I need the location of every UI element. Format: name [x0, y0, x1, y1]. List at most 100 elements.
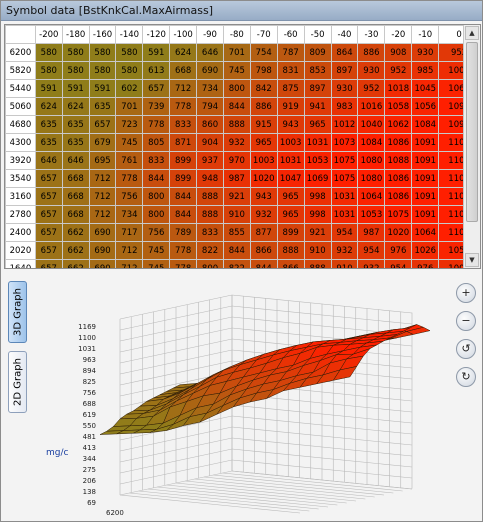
table-cell[interactable]: 1069 [303, 169, 332, 188]
table-cell[interactable]: 875 [276, 79, 305, 98]
table-cell[interactable]: 800 [196, 259, 224, 268]
table-cell[interactable]: 745 [142, 259, 171, 268]
table-cell[interactable]: 580 [88, 61, 117, 80]
table-cell[interactable]: 1086 [384, 187, 413, 206]
table-cell[interactable]: 899 [169, 151, 198, 170]
table-cell[interactable]: 580 [115, 43, 144, 62]
table-cell[interactable]: 1018 [384, 79, 413, 98]
row-header[interactable]: 5060 [5, 97, 36, 116]
table-cell[interactable]: 1045 [411, 79, 440, 98]
row-header[interactable]: 4300 [5, 133, 36, 152]
table-cell[interactable]: 932 [357, 259, 386, 268]
table-cell[interactable]: 833 [196, 223, 224, 242]
table-cell[interactable]: 657 [88, 115, 117, 134]
table-cell[interactable]: 855 [222, 223, 251, 242]
column-header[interactable]: -140 [115, 25, 144, 44]
row-header[interactable]: 5820 [5, 61, 36, 80]
table-cell[interactable]: 965 [303, 115, 332, 134]
table-cell[interactable]: 1062 [384, 115, 413, 134]
rotate-left-icon[interactable]: ↺ [456, 339, 476, 359]
table-cell[interactable]: 1091 [411, 151, 440, 170]
table-cell[interactable]: 897 [330, 61, 359, 80]
table-cell[interactable]: 712 [88, 187, 117, 206]
table-cell[interactable]: 954 [330, 223, 359, 242]
table-cell[interactable]: 930 [411, 43, 440, 62]
table-cell[interactable]: 937 [196, 151, 224, 170]
row-header[interactable]: 3540 [5, 169, 36, 188]
table-cell[interactable]: 943 [276, 115, 305, 134]
table-cell[interactable]: 842 [249, 79, 278, 98]
table-cell[interactable]: 833 [142, 151, 171, 170]
table-cell[interactable]: 657 [34, 169, 63, 188]
table-cell[interactable]: 932 [249, 205, 278, 224]
column-header[interactable]: -80 [222, 25, 251, 44]
table-cell[interactable]: 712 [88, 169, 117, 188]
table-cell[interactable]: 580 [61, 43, 90, 62]
table-cell[interactable]: 983 [330, 97, 359, 116]
row-header[interactable]: 2400 [5, 223, 36, 242]
table-cell[interactable]: 712 [115, 241, 144, 260]
table-cell[interactable]: 580 [88, 43, 117, 62]
table-cell[interactable]: 695 [88, 151, 117, 170]
table-cell[interactable]: 739 [142, 97, 171, 116]
table-cell[interactable]: 1075 [330, 169, 359, 188]
row-header[interactable]: 3920 [5, 151, 36, 170]
table-cell[interactable]: 1031 [276, 151, 305, 170]
table-cell[interactable]: 1031 [303, 133, 332, 152]
table-cell[interactable]: 657 [34, 187, 63, 206]
table-cell[interactable]: 646 [196, 43, 224, 62]
table-cell[interactable]: 662 [61, 259, 90, 268]
table-cell[interactable]: 1003 [276, 133, 305, 152]
table-cell[interactable]: 941 [303, 97, 332, 116]
table-cell[interactable]: 624 [61, 97, 90, 116]
table-cell[interactable]: 943 [249, 187, 278, 206]
table-cell[interactable]: 723 [115, 115, 144, 134]
table-cell[interactable]: 932 [222, 133, 251, 152]
column-header[interactable]: -40 [330, 25, 359, 44]
table-cell[interactable]: 844 [169, 187, 198, 206]
column-header[interactable]: -20 [384, 25, 413, 44]
surface-graph[interactable]: 1169 1100 1031 963 894 825 756 688 619 550 481 413 3… [32, 271, 450, 519]
column-header[interactable]: -60 [276, 25, 305, 44]
table-cell[interactable]: 761 [115, 151, 144, 170]
table-cell[interactable]: 805 [142, 133, 171, 152]
table-cell[interactable]: 1003 [249, 151, 278, 170]
column-header[interactable]: -160 [88, 25, 117, 44]
table-cell[interactable]: 1056 [411, 97, 440, 116]
table-cell[interactable]: 948 [196, 169, 224, 188]
tab-2d-graph[interactable]: 2D Graph [8, 351, 27, 413]
table-cell[interactable]: 844 [249, 259, 278, 268]
table-cell[interactable]: 800 [142, 205, 171, 224]
table-cell[interactable]: 635 [88, 97, 117, 116]
table-cell[interactable]: 657 [34, 205, 63, 224]
table-cell[interactable]: 1016 [357, 97, 386, 116]
table-cell[interactable]: 1075 [330, 151, 359, 170]
table-cell[interactable]: 789 [169, 223, 198, 242]
table-cell[interactable]: 591 [142, 43, 171, 62]
scroll-thumb[interactable] [466, 42, 478, 222]
rotate-right-icon[interactable]: ↻ [456, 367, 476, 387]
table-cell[interactable]: 745 [115, 133, 144, 152]
table-cell[interactable]: 860 [196, 115, 224, 134]
table-cell[interactable]: 787 [276, 43, 305, 62]
table-cell[interactable]: 866 [276, 259, 305, 268]
table-cell[interactable]: 800 [222, 79, 251, 98]
table-cell[interactable]: 833 [169, 115, 198, 134]
table-cell[interactable]: 908 [384, 43, 413, 62]
table-cell[interactable]: 919 [276, 97, 305, 116]
table-cell[interactable]: 1080 [357, 151, 386, 170]
table-cell[interactable]: 809 [303, 43, 332, 62]
table-cell[interactable]: 822 [196, 241, 224, 260]
table-cell[interactable]: 932 [330, 241, 359, 260]
table-cell[interactable]: 712 [115, 259, 144, 268]
table-cell[interactable]: 844 [169, 205, 198, 224]
table-cell[interactable]: 778 [169, 97, 198, 116]
table-cell[interactable]: 646 [61, 151, 90, 170]
table-cell[interactable]: 756 [115, 187, 144, 206]
table-cell[interactable]: 864 [330, 43, 359, 62]
table-cell[interactable]: 580 [61, 61, 90, 80]
column-header[interactable]: -50 [303, 25, 332, 44]
scroll-up-button[interactable]: ▲ [465, 26, 479, 40]
table-cell[interactable]: 1026 [411, 241, 440, 260]
table-cell[interactable]: 910 [303, 241, 332, 260]
